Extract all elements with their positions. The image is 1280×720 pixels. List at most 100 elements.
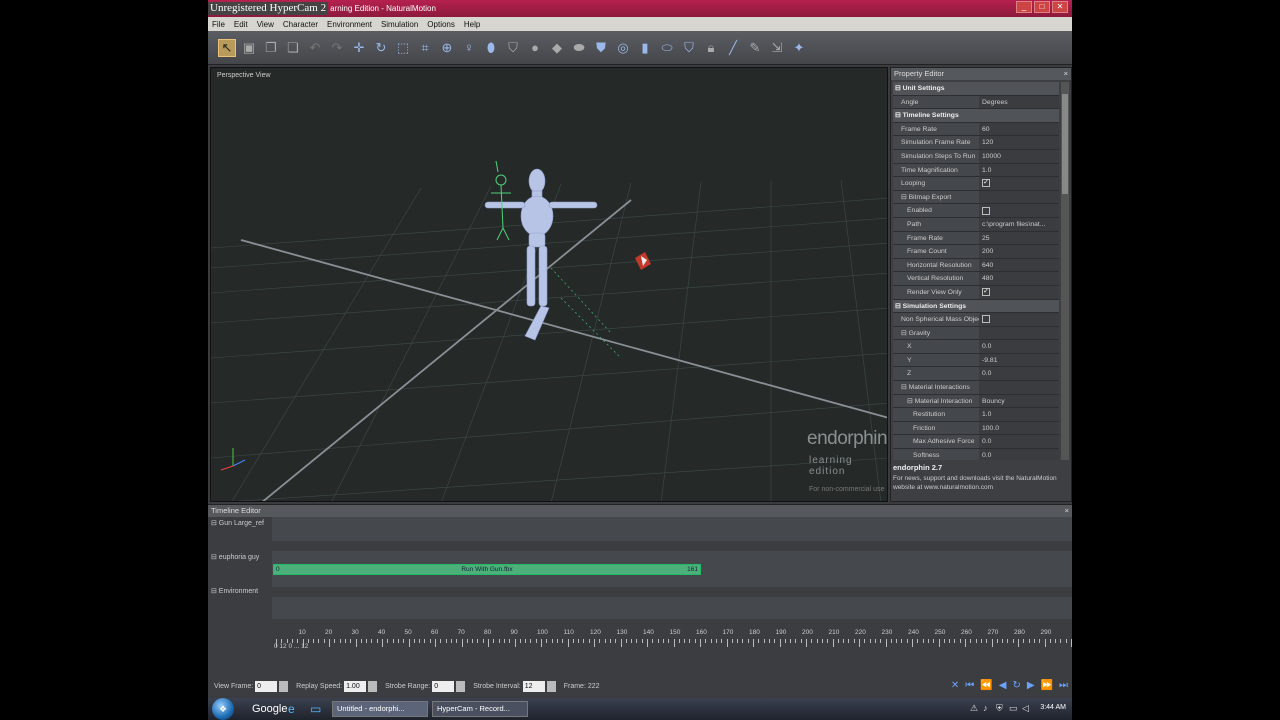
property-value[interactable]: 0.0 <box>979 435 1059 449</box>
property-row[interactable]: Looping ✓ <box>893 177 1059 191</box>
property-row[interactable]: ⊟ Material Interaction Bouncy <box>893 394 1059 409</box>
desktop-icon[interactable]: ▭ <box>310 702 328 716</box>
shield-alt-icon[interactable]: ⛉ <box>680 39 698 57</box>
cylinder-icon[interactable]: ⛉ <box>504 39 522 57</box>
character-icon[interactable]: ♀ <box>460 39 478 57</box>
step-back-icon[interactable]: ⏪ <box>980 680 992 691</box>
menu-view[interactable]: View <box>257 20 274 29</box>
pill-icon[interactable]: ⬭ <box>658 39 676 57</box>
view-frame-field[interactable]: 0 <box>255 680 278 692</box>
property-row[interactable]: Frame Rate 60 <box>893 122 1059 137</box>
property-value[interactable]: 60 <box>979 122 1059 136</box>
save-icon[interactable]: ▣ <box>240 39 258 57</box>
property-value[interactable] <box>979 82 1059 95</box>
property-row[interactable]: Frame Rate 25 <box>893 231 1059 246</box>
menu-help[interactable]: Help <box>464 20 480 29</box>
property-row[interactable]: Non Spherical Mass Objects <box>893 313 1059 327</box>
sphere-icon[interactable]: ● <box>526 39 544 57</box>
menu-environment[interactable]: Environment <box>327 20 372 29</box>
google-toolbar[interactable]: Google <box>252 703 287 715</box>
menu-simulation[interactable]: Simulation <box>381 20 418 29</box>
menu-edit[interactable]: Edit <box>234 20 248 29</box>
property-value[interactable]: 0.0 <box>979 449 1059 460</box>
select-tool-icon[interactable]: ↖ <box>218 38 236 57</box>
property-row[interactable]: Softness 0.0 <box>893 449 1059 460</box>
property-value[interactable] <box>979 326 1059 340</box>
strobe-interval-spinner[interactable] <box>546 680 556 692</box>
render-icon[interactable]: ✦ <box>790 39 808 57</box>
property-value[interactable] <box>979 204 1059 217</box>
shield-icon[interactable]: ⛊ <box>592 39 610 57</box>
property-row[interactable]: Horizontal Resolution 640 <box>893 258 1059 273</box>
property-row[interactable]: Time Magnification 1.0 <box>893 163 1059 178</box>
property-row[interactable]: ⊟ Timeline Settings <box>893 109 1059 123</box>
go-end-icon[interactable]: ⏭ <box>1059 680 1068 691</box>
property-row[interactable]: Path c:\program files\nat... <box>893 217 1059 232</box>
strobe-range-spinner[interactable] <box>456 680 466 692</box>
property-row[interactable]: ⊟ Simulation Settings <box>893 299 1059 314</box>
property-value[interactable]: 640 <box>979 258 1059 272</box>
property-row[interactable]: Friction 100.0 <box>893 421 1059 436</box>
strobe-interval-field[interactable]: 12 <box>522 680 545 692</box>
step-forward-icon[interactable]: ⏩ <box>1041 680 1053 691</box>
checkbox[interactable]: ✓ <box>982 179 990 188</box>
timeline-close[interactable]: × <box>1065 505 1069 517</box>
property-row[interactable]: Render View Only ✓ <box>893 285 1059 300</box>
target-icon[interactable]: ◎ <box>614 39 632 57</box>
line-icon[interactable]: ╱ <box>724 39 742 57</box>
property-value[interactable]: 0.0 <box>979 340 1059 353</box>
task-hypercam[interactable]: HyperCam - Record... <box>432 701 528 717</box>
property-row[interactable]: Z 0.0 <box>893 367 1059 382</box>
view-frame-spinner[interactable] <box>279 680 289 692</box>
cone-icon[interactable]: ◆ <box>548 39 566 57</box>
monitor-icon[interactable]: ▭ <box>1009 702 1019 714</box>
property-row[interactable]: ⊟ Unit Settings <box>893 82 1059 96</box>
checkbox[interactable] <box>982 315 990 324</box>
property-value[interactable]: 0.0 <box>979 367 1059 381</box>
property-row[interactable]: Enabled <box>893 204 1059 218</box>
track-gun[interactable]: ⊟ Gun Large_ref <box>208 519 1072 527</box>
property-row[interactable]: Simulation Steps To Run 10000 <box>893 149 1059 164</box>
bone-icon[interactable]: ⬮ <box>482 39 500 57</box>
property-value[interactable] <box>979 381 1059 394</box>
property-value[interactable] <box>979 109 1059 122</box>
snap-icon[interactable]: ⌗ <box>416 39 434 57</box>
perspective-viewport[interactable]: Perspective View endorphin learning edit… <box>210 67 888 502</box>
minimize-button[interactable]: _ <box>1016 1 1032 13</box>
pivot-icon[interactable]: ⊕ <box>438 39 456 57</box>
property-value[interactable]: ✓ <box>979 177 1059 190</box>
network-icon[interactable]: ⚠ <box>970 702 980 714</box>
capsule-icon[interactable]: ⬬ <box>570 39 588 57</box>
export-icon[interactable]: ⇲ <box>768 39 786 57</box>
start-button[interactable]: ❖ <box>212 698 234 720</box>
go-start-icon[interactable]: ⏮ <box>965 680 974 691</box>
scale-icon[interactable]: ⬚ <box>394 39 412 57</box>
volume-icon[interactable]: ◁ <box>1022 702 1032 714</box>
property-row[interactable]: ⊟ Bitmap Export <box>893 190 1059 205</box>
property-row[interactable]: Y -9.81 <box>893 353 1059 368</box>
menu-file[interactable]: File <box>212 20 225 29</box>
copy-icon[interactable]: ❐ <box>262 39 280 57</box>
property-row[interactable]: ⊟ Gravity <box>893 326 1059 341</box>
redo-icon[interactable]: ↷ <box>328 39 346 57</box>
shield-tray-icon[interactable]: ⛨ <box>996 702 1006 714</box>
property-value[interactable]: Degrees <box>979 95 1059 109</box>
stop-icon[interactable]: ✕ <box>951 680 959 691</box>
property-editor-close[interactable]: × <box>1064 68 1068 80</box>
undo-icon[interactable]: ↶ <box>306 39 324 57</box>
property-value[interactable] <box>979 190 1059 204</box>
scrollbar-thumb[interactable] <box>1062 94 1068 194</box>
play-back-icon[interactable]: ◀ <box>999 680 1007 691</box>
property-row[interactable]: Angle Degrees <box>893 95 1059 110</box>
property-scrollbar[interactable] <box>1061 82 1069 460</box>
property-value[interactable]: 100.0 <box>979 421 1059 435</box>
maximize-button[interactable]: □ <box>1034 1 1050 13</box>
property-value[interactable] <box>979 313 1059 326</box>
play-icon[interactable]: ▶ <box>1027 680 1035 691</box>
track-environment[interactable]: ⊟ Environment <box>208 587 1072 595</box>
replay-speed-spinner[interactable] <box>368 680 378 692</box>
property-value[interactable]: 200 <box>979 245 1059 258</box>
property-row[interactable]: Frame Count 200 <box>893 245 1059 259</box>
property-value[interactable] <box>979 299 1059 313</box>
task-endorphin[interactable]: Untitled - endorphi... <box>332 701 428 717</box>
